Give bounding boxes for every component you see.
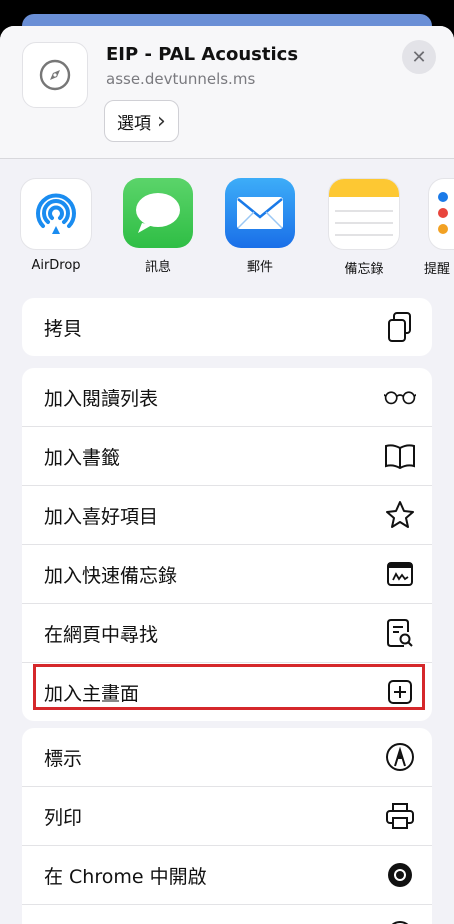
- action-add-reading-list[interactable]: 加入閱讀列表: [22, 368, 432, 426]
- unknown-icon: [384, 918, 416, 924]
- action-group-page: 加入閱讀列表 加入書籤 加入喜好項目 加入快速備忘錄 在網頁中尋找 加入主畫面: [22, 368, 432, 721]
- action-open-in-chrome[interactable]: 在 Chrome 中開啟: [22, 845, 432, 904]
- notes-icon: [328, 178, 400, 250]
- close-button[interactable]: ✕: [402, 40, 436, 74]
- action-label: 標示: [44, 747, 83, 770]
- action-label: 列印: [44, 806, 83, 829]
- share-header: EIP - PAL Acoustics asse.devtunnels.ms 選…: [0, 26, 454, 159]
- action-find-in-page[interactable]: 在網頁中尋找: [22, 603, 432, 662]
- action-label: 加入快速備忘錄: [44, 564, 178, 587]
- app-label: 提醒: [424, 262, 451, 277]
- find-in-page-icon: [384, 617, 416, 649]
- app-label: 備忘錄: [344, 262, 384, 277]
- markup-icon: [384, 741, 416, 773]
- chevron-right-icon: ›: [157, 108, 166, 134]
- share-sheet: EIP - PAL Acoustics asse.devtunnels.ms 選…: [0, 26, 454, 924]
- app-label: AirDrop: [31, 258, 81, 273]
- mail-icon: [225, 178, 295, 248]
- star-icon: [384, 499, 416, 531]
- app-mail[interactable]: 郵件: [220, 178, 300, 275]
- airdrop-icon: [20, 178, 92, 250]
- action-label: 拷貝: [44, 317, 83, 340]
- messages-icon: [123, 178, 193, 248]
- action-label: 加入主畫面: [44, 682, 140, 705]
- reminders-icon: [428, 178, 454, 250]
- action-group-copy: 拷貝: [22, 298, 432, 356]
- action-add-to-home-screen[interactable]: 加入主畫面: [22, 662, 432, 721]
- options-button[interactable]: 選項 ›: [104, 100, 179, 142]
- action-label: 在網頁中尋找: [44, 623, 159, 646]
- add-square-icon: [384, 676, 416, 708]
- action-label: 加入書籤: [44, 446, 121, 469]
- app-airdrop[interactable]: AirDrop: [16, 178, 96, 273]
- glasses-icon: [384, 381, 416, 413]
- quick-note-icon: [384, 558, 416, 590]
- site-url: asse.devtunnels.ms: [106, 70, 256, 88]
- action-label: 在 Chrome 中開啟: [44, 865, 207, 888]
- app-messages[interactable]: 訊息: [118, 178, 198, 275]
- chrome-icon: [384, 859, 416, 891]
- action-label: 加入喜好項目: [44, 505, 159, 528]
- close-icon: ✕: [411, 46, 427, 68]
- book-icon: [384, 440, 416, 472]
- app-reminders[interactable]: 提醒: [424, 178, 454, 277]
- app-label: 訊息: [144, 260, 171, 275]
- action-add-quick-note[interactable]: 加入快速備忘錄: [22, 544, 432, 603]
- action-add-bookmark[interactable]: 加入書籤: [22, 426, 432, 485]
- action-copy[interactable]: 拷貝: [22, 298, 432, 356]
- safari-compass-icon: [22, 42, 88, 108]
- app-label: 郵件: [246, 260, 273, 275]
- action-print[interactable]: 列印: [22, 786, 432, 845]
- app-row: AirDrop 訊息 郵件 備忘錄 提醒: [0, 178, 454, 278]
- action-partial[interactable]: [22, 904, 432, 924]
- copy-icon: [384, 311, 416, 343]
- app-notes[interactable]: 備忘錄: [324, 178, 404, 277]
- action-group-more: 標示 列印 在 Chrome 中開啟: [22, 728, 432, 924]
- action-markup[interactable]: 標示: [22, 728, 432, 786]
- options-label: 選項: [117, 113, 151, 134]
- action-add-favorite[interactable]: 加入喜好項目: [22, 485, 432, 544]
- site-title: EIP - PAL Acoustics: [106, 44, 299, 65]
- printer-icon: [384, 800, 416, 832]
- action-label: 加入閱讀列表: [44, 387, 159, 410]
